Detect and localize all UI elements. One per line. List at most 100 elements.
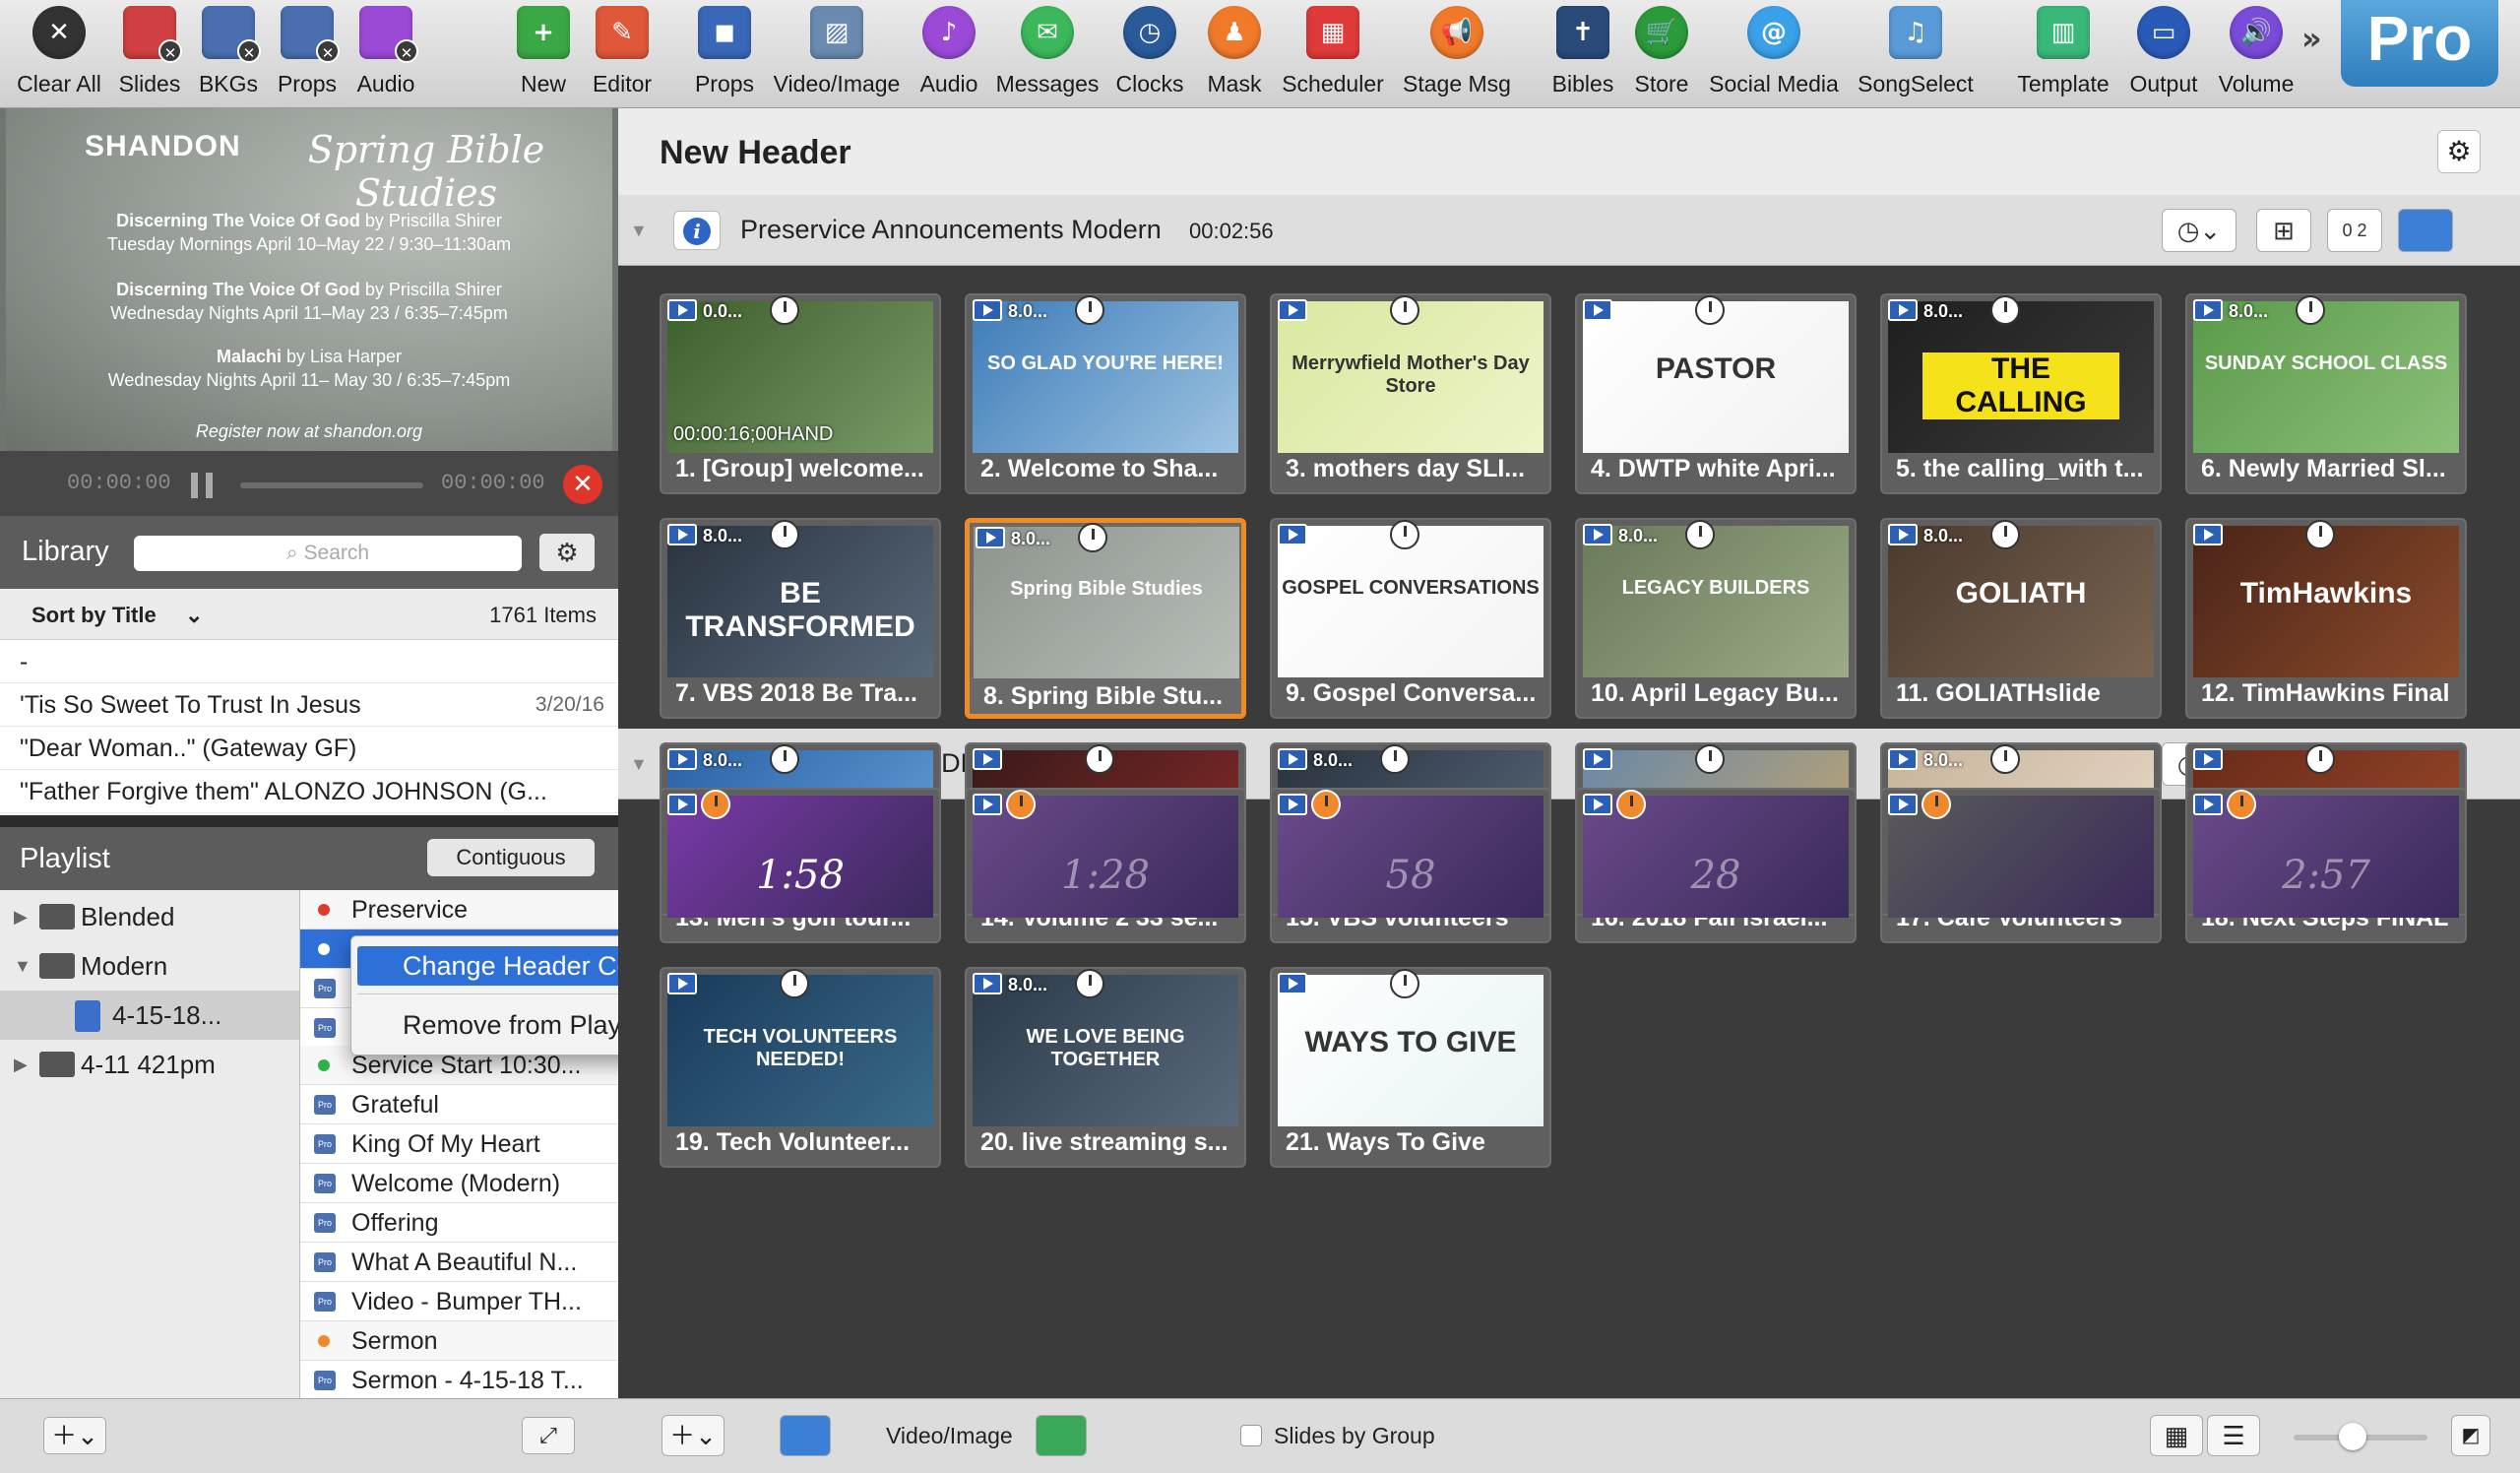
remaining-time: 00:00:00 <box>441 471 545 495</box>
slide-headline: TECH VOLUNTEERS NEEDED! <box>703 1026 898 1070</box>
slides-by-group-checkbox[interactable] <box>1240 1425 1262 1446</box>
toolbar-button-template[interactable]: ▥ Template <box>2017 0 2110 108</box>
disclosure-open-icon[interactable]: ▼ <box>14 941 32 991</box>
clear-preview-button[interactable]: ✕ <box>563 465 602 504</box>
disclosure-closed-icon[interactable]: ▶ <box>14 1040 28 1089</box>
info-button[interactable]: i <box>673 211 721 250</box>
playlist-item[interactable]: Pro Welcome (Modern) <box>300 1164 619 1203</box>
counter-icon[interactable]: 0 2 <box>2327 209 2382 252</box>
video-image-toggle-icon[interactable] <box>1036 1415 1087 1456</box>
clock-icon <box>1990 520 2020 549</box>
playlist-tree-item[interactable]: ▶ 4-11 421pm <box>0 1040 299 1089</box>
toolbar-button-props[interactable]: ◼ Props <box>695 0 754 108</box>
slide-thumbnail[interactable]: LEGACY BUILDERS 8.0... 10. April Legacy Bu… <box>1575 518 1857 719</box>
scrubber[interactable] <box>240 482 423 488</box>
pro-document-icon: Pro <box>314 1292 336 1312</box>
toolbar-button-songselect[interactable]: ♫ SongSelect <box>1858 0 1974 108</box>
slide-headline: WE LOVE BEING TOGETHER <box>1026 1026 1185 1070</box>
toolbar-button-output[interactable]: ▭ Output <box>2129 0 2198 108</box>
fit-icon[interactable]: ◩ <box>2451 1415 2490 1456</box>
countdown-slide-thumbnail[interactable] <box>1880 788 2162 918</box>
slide-artwork: THE CALLING <box>1888 301 2154 453</box>
add-playlist-button[interactable]: ＋⌄ <box>43 1417 106 1454</box>
toolbar-button-social-media[interactable]: @ Social Media <box>1709 0 1839 108</box>
slide-thumbnail[interactable]: TimHawkins 12. TimHawkins Final <box>2185 518 2467 719</box>
toolbar-overflow-icon[interactable]: » <box>2301 20 2322 57</box>
playlist-item-label: Preservice <box>351 896 469 924</box>
arrangement-icon[interactable]: ⊞ <box>2256 209 2311 252</box>
expand-icon[interactable]: ⤢ <box>522 1417 575 1454</box>
toolbar-button-scheduler[interactable]: ▦ Scheduler <box>1282 0 1384 108</box>
video-badge-icon <box>667 973 697 994</box>
library-row[interactable]: - <box>0 640 618 683</box>
library-search-input[interactable]: ⌕ Search <box>134 536 522 571</box>
playlist-item[interactable]: Pro Grateful <box>300 1085 619 1124</box>
video-badge-icon <box>1888 794 1918 815</box>
playlist-item[interactable]: Sermon <box>300 1321 619 1361</box>
playlist-item[interactable]: Pro Sermon - 4-15-18 T... <box>300 1361 619 1400</box>
slide-thumbnail[interactable]: SUNDAY SCHOOL CLASS 8.0... 6. Newly Marrie… <box>2185 293 2467 494</box>
slide-thumbnail[interactable]: BE TRANSFORMED 8.0... 7. VBS 2018 Be Tra..… <box>660 518 941 719</box>
toolbar-button-mask[interactable]: ♟ Mask <box>1205 0 1264 108</box>
toolbar-button-audio[interactable]: ♪ Audio <box>919 0 978 108</box>
list-view-icon[interactable]: ☰ <box>2207 1415 2260 1456</box>
library-row[interactable]: "Dear Woman.." (Gateway GF) <box>0 727 618 770</box>
preview-text-line: Wednesday Nights April 11–May 23 / 6:35–… <box>6 303 612 324</box>
playlist-item[interactable]: Pro Offering <box>300 1203 619 1243</box>
slide-caption: 9. Gospel Conversa... <box>1286 679 1537 707</box>
slide-thumbnail[interactable]: Merrywfield Mother's Day Store 3. mothers… <box>1270 293 1551 494</box>
sort-by-title-dropdown[interactable]: Sort by Title <box>32 603 157 628</box>
clear-x-icon: ✕ <box>237 39 261 63</box>
disclosure-open-icon[interactable]: ▼ <box>630 221 648 241</box>
slide-thumbnail[interactable]: SO GLAD YOU'RE HERE! 8.0... 2. Welcome to … <box>965 293 1246 494</box>
toolbar-button-video-image[interactable]: ▨ Video/Image <box>774 0 900 108</box>
pause-icon[interactable] <box>191 473 213 498</box>
timer-dropdown-icon[interactable]: ◷⌄ <box>2162 209 2236 252</box>
group-header[interactable]: ▼ i Preservice Announcements Modern 00:02:5… <box>618 195 2520 266</box>
screen-icon[interactable] <box>2398 209 2453 252</box>
document-settings-gear-icon[interactable]: ⚙ <box>2437 130 2481 173</box>
toolbar-button-messages[interactable]: ✉ Messages <box>996 0 1099 108</box>
countdown-slide-thumbnail[interactable]: 1:28 <box>965 788 1246 918</box>
countdown-slide-thumbnail[interactable]: 2:57 <box>2185 788 2467 918</box>
library-settings-gear-icon[interactable]: ⚙ <box>539 534 595 571</box>
disclosure-closed-icon[interactable]: ▶ <box>14 892 28 941</box>
playlist-item[interactable]: Pro King Of My Heart <box>300 1124 619 1164</box>
slide-thumbnail[interactable]: WAYS TO GIVE 21. Ways To Give <box>1270 967 1551 1168</box>
slide-thumbnail[interactable]: WE LOVE BEING TOGETHER 8.0... 20. live str… <box>965 967 1246 1168</box>
chevron-down-icon[interactable]: ⌄ <box>185 603 203 628</box>
grid-view-icon[interactable]: ▦ <box>2150 1415 2203 1456</box>
contiguous-button[interactable]: Contiguous <box>427 839 595 876</box>
slide-thumbnail[interactable]: GOSPEL CONVERSATIONS 9. Gospel Conversa..… <box>1270 518 1551 719</box>
toolbar-button-volume[interactable]: 🔊 Volume <box>2219 0 2294 108</box>
playlist-tree-item[interactable]: 4-15-18... <box>0 991 299 1040</box>
slide-thumbnail[interactable]: PASTOR 4. DWTP white Apri... <box>1575 293 1857 494</box>
toolbar-button-audio[interactable]: ✕ Audio <box>356 0 418 108</box>
library-row[interactable]: 'Tis So Sweet To Trust In Jesus 3/20/16 <box>0 683 618 727</box>
toolbar-button-stage-msg[interactable]: 📢 Stage Msg <box>1403 0 1511 108</box>
playlist-tree-item[interactable]: ▼ Modern <box>0 941 299 991</box>
playlist-item[interactable]: Pro Video - Bumper TH... <box>300 1282 619 1321</box>
playlist-item[interactable]: Preservice <box>300 890 619 929</box>
add-slide-button[interactable]: ＋⌄ <box>662 1415 724 1456</box>
playlist-item[interactable]: Pro What A Beautiful N... <box>300 1243 619 1282</box>
toolbar-button-clear-all[interactable]: ✕ Clear All <box>17 0 101 108</box>
slide-thumbnail[interactable]: THE CALLING 8.0... 5. the calling_with t..… <box>1880 293 2162 494</box>
library-row[interactable]: "Father Forgive them" ALONZO JOHNSON (G.… <box>0 770 618 813</box>
countdown-slide-thumbnail[interactable]: 28 <box>1575 788 1857 918</box>
preview-text: by Priscilla Shirer <box>359 280 502 299</box>
toolbar-button-store[interactable]: 🛒 Store <box>1632 0 1691 108</box>
disclosure-open-icon[interactable]: ▼ <box>630 754 648 775</box>
slide-thumbnail[interactable]: GOLIATH 8.0... 11. GOLIATHslide <box>1880 518 2162 719</box>
playlist-tree-item[interactable]: ▶ Blended <box>0 892 299 941</box>
slide-thumbnail[interactable]: TECH VOLUNTEERS NEEDED! 19. Tech Voluntee… <box>660 967 941 1168</box>
toolbar-button-editor[interactable]: ✎ Editor <box>593 0 652 108</box>
slide-thumbnail[interactable]: 00:00:16;00HAND 0.0... 1. [Group] welcome.… <box>660 293 941 494</box>
countdown-slide-thumbnail[interactable]: 58 <box>1270 788 1551 918</box>
audio-badge-icon <box>2227 790 2256 819</box>
clock-icon <box>1078 523 1107 552</box>
slide-thumbnail[interactable]: Spring Bible Studies 8.0... 8. Spring Bibl… <box>965 518 1246 719</box>
countdown-slide-thumbnail[interactable]: 1:58 <box>660 788 941 918</box>
screen-icon[interactable] <box>780 1415 831 1456</box>
zoom-slider-handle[interactable] <box>2339 1423 2366 1450</box>
